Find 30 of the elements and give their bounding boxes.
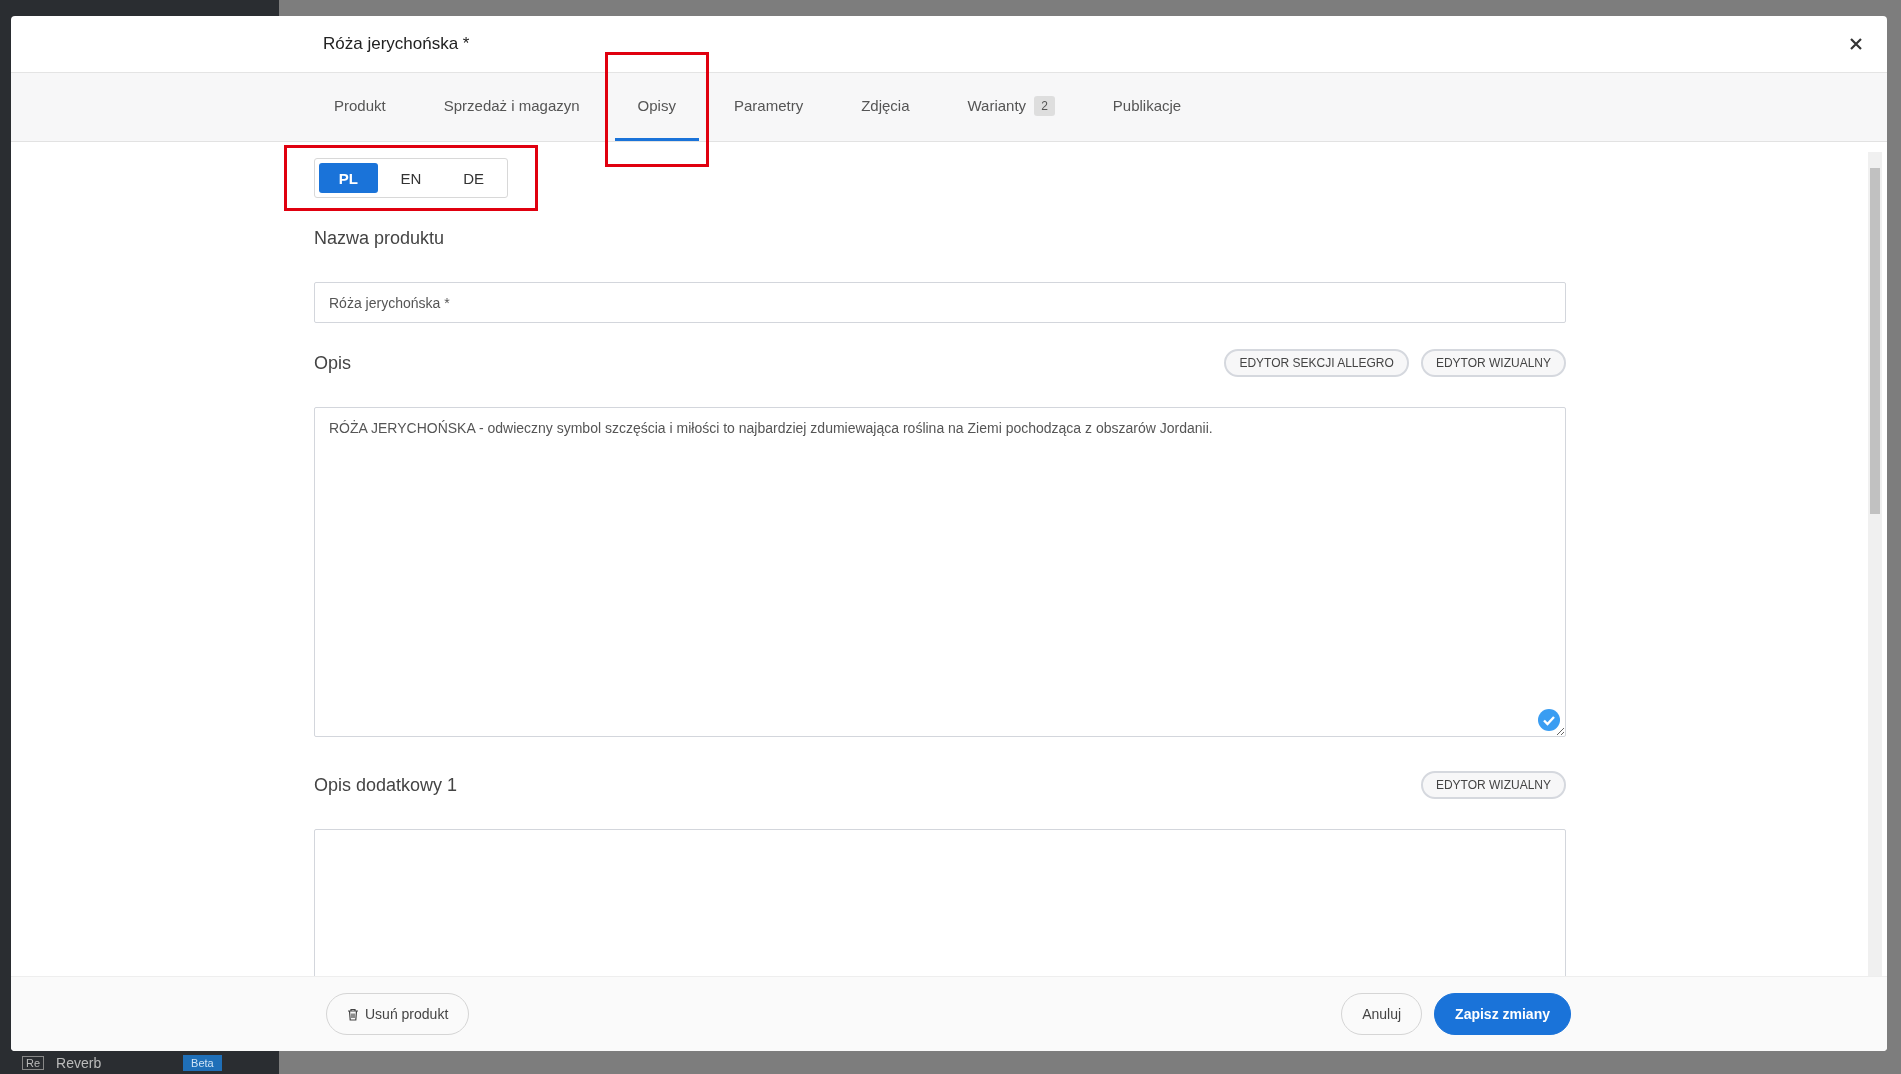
editor-button[interactable]: EDYTOR SEKCJI ALLEGRO	[1224, 349, 1409, 377]
tab[interactable]: Sprzedaż i magazyn	[420, 73, 603, 141]
text-area[interactable]: RÓŻA JERYCHOŃSKA - odwieczny symbol szczęścia i miłości to najbardziej zdumiewająca roślina na Ziemi pochodząca z obszarów Jordanii.	[314, 407, 1566, 737]
tab[interactable]: Warianty 2	[944, 73, 1078, 141]
language-option[interactable]: DE	[444, 163, 503, 193]
scrollbar[interactable]	[1868, 152, 1882, 976]
tab[interactable]: Opisy	[614, 73, 699, 141]
delete-button[interactable]: Usuń produkt	[326, 993, 470, 1035]
language-option[interactable]: EN	[381, 163, 441, 193]
tab[interactable]: Zdjęcia	[838, 73, 933, 141]
editor-button[interactable]: EDYTOR WIZUALNY	[1420, 349, 1566, 377]
app-badge: Re	[22, 1055, 45, 1070]
beta-tag: Beta	[183, 1054, 222, 1071]
tab[interactable]: Publikacje	[1089, 73, 1205, 141]
dialog-title: Róża jerychońska *	[323, 34, 471, 54]
tab[interactable]: Produkt	[311, 73, 409, 141]
section-label: Nazwa produktu	[314, 227, 446, 249]
section-label: Opis	[314, 352, 352, 374]
close-icon	[1849, 37, 1863, 51]
language-option[interactable]: PL	[319, 163, 378, 193]
section-label: Opis dodatkowy 1	[314, 774, 459, 796]
trash-icon	[347, 1007, 359, 1021]
sidebar-item[interactable]: Reverb	[56, 1054, 172, 1071]
text-area[interactable]	[314, 829, 1566, 976]
save-button[interactable]: Zapisz zmiany	[1434, 993, 1571, 1035]
editor-button[interactable]: EDYTOR WIZUALNY	[1420, 771, 1566, 799]
input-field[interactable]: Róża jerychońska *	[314, 282, 1566, 323]
cancel-button[interactable]: Anuluj	[1341, 993, 1423, 1035]
count-badge: 2	[1034, 95, 1055, 116]
tab[interactable]: Parametry	[710, 73, 827, 141]
